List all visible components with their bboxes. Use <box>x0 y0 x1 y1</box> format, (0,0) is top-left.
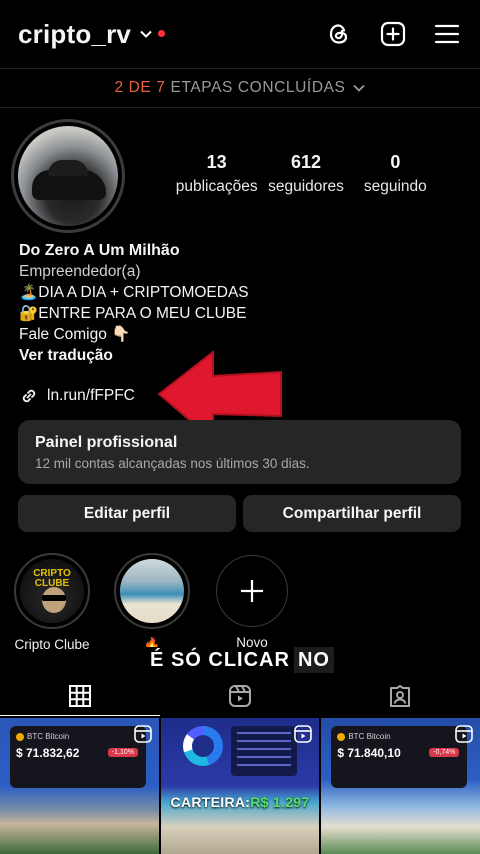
bio-link-text: ln.run/fFPFC <box>47 387 135 404</box>
coin-name: BTC Bitcoin <box>348 732 391 741</box>
reel-icon <box>455 725 473 743</box>
steps-label: ETAPAS CONCLUÍDAS <box>170 79 346 96</box>
video-caption: É SÓ CLICAR NO <box>0 647 480 673</box>
link-icon <box>22 389 36 402</box>
car-picture <box>32 160 106 200</box>
highlight-cover <box>120 559 184 623</box>
stat-label: seguindo <box>363 178 427 195</box>
portfolio-legend <box>230 726 297 776</box>
stat-value: 0 <box>390 152 401 172</box>
panel-title: Painel profissional <box>35 434 178 451</box>
chevron-down-icon <box>352 84 365 92</box>
caption-boxed-word: NO <box>293 647 334 673</box>
stat-following[interactable]: 0 seguindo <box>351 152 440 196</box>
plus-icon <box>241 580 263 602</box>
profile-name: Do Zero A Um Milhão <box>19 242 180 259</box>
highlight-cover-text: CRIPTO CLUBE <box>33 568 71 589</box>
coin-name: BTC Bitcoin <box>27 732 70 741</box>
threads-icon[interactable] <box>324 19 354 49</box>
notification-dot <box>158 29 166 37</box>
create-post-icon[interactable] <box>378 19 408 49</box>
stat-value: 612 <box>290 152 322 172</box>
profile-avatar[interactable] <box>11 119 125 233</box>
price-change-badge: -0,74% <box>429 748 460 757</box>
posts-grid: BTC Bitcoin $ 71.832,62 -1,10% CARTEIRA:… <box>0 718 480 854</box>
stat-label: seguidores <box>268 178 344 195</box>
post-thumbnail[interactable]: BTC Bitcoin $ 71.832,62 -1,10% <box>0 718 159 854</box>
new-highlight-circle <box>216 555 288 627</box>
post-thumbnail[interactable]: CARTEIRA:R$ 1.297 <box>160 718 320 854</box>
reel-icon <box>133 725 152 743</box>
tagged-icon <box>390 685 410 707</box>
portfolio-donut-chart <box>182 726 223 766</box>
profile-action-buttons: Editar perfil Compartilhar perfil <box>18 495 461 532</box>
price-card: BTC Bitcoin $ 71.840,10 -0,74% <box>331 726 468 788</box>
stat-value: 13 <box>206 152 227 172</box>
tab-tagged[interactable] <box>320 676 480 716</box>
coin-header: BTC Bitcoin <box>337 732 461 741</box>
professional-dashboard[interactable]: Painel profissional 12 mil contas alcanç… <box>18 420 461 484</box>
bitcoin-icon <box>337 732 346 741</box>
stat-followers[interactable]: 612 seguidores <box>261 152 350 196</box>
chevron-down-icon[interactable] <box>139 27 153 41</box>
avatar-image <box>18 126 118 226</box>
profile-tabs <box>0 676 480 716</box>
reels-icon <box>229 685 251 707</box>
panel-subtitle: 12 mil contas alcançadas nos últimos 30 … <box>35 456 310 471</box>
profile-category: Empreendedor(a) <box>19 263 141 280</box>
highlight-new[interactable]: Novo <box>210 553 294 653</box>
portfolio-value: R$ 1.297 <box>250 794 310 810</box>
steps-count: 2 DE 7 <box>114 79 166 96</box>
stat-posts[interactable]: 13 publicações <box>172 152 261 196</box>
highlight-ring <box>114 553 190 629</box>
price-card: BTC Bitcoin $ 71.832,62 -1,10% <box>10 726 146 788</box>
highlight-cripto-clube[interactable]: CRIPTO CLUBE Cripto Clube <box>10 553 94 653</box>
account-username[interactable]: cripto_rv <box>18 19 131 50</box>
bio-line: Fale Comigo 👇🏻 <box>19 326 131 343</box>
price-change-badge: -1,10% <box>107 748 138 757</box>
menu-icon[interactable] <box>432 19 462 49</box>
sunglasses-picture <box>42 595 66 601</box>
story-highlights: CRIPTO CLUBE Cripto Clube 🔥 Novo <box>10 553 294 653</box>
bio-line: 🏝️DIA A DIA + CRIPTOMOEDAS <box>19 284 249 301</box>
profile-stats: 13 publicações 612 seguidores 0 seguindo <box>172 152 440 196</box>
reel-icon <box>294 725 313 743</box>
onboarding-steps-banner[interactable]: 2 DE 7 ETAPAS CONCLUÍDAS <box>0 68 480 108</box>
grid-icon <box>69 685 91 707</box>
stat-label: publicações <box>175 178 258 195</box>
bio-line: 🔐ENTRE PARA O MEU CLUBE <box>19 305 247 322</box>
share-profile-button[interactable]: Compartilhar perfil <box>243 495 461 532</box>
caption-text: É SÓ CLICAR <box>146 647 294 673</box>
portfolio-label: CARTEIRA: <box>170 794 251 810</box>
top-bar: cripto_rv <box>0 0 480 68</box>
bitcoin-icon <box>16 732 24 741</box>
top-actions <box>324 19 462 49</box>
edit-profile-button[interactable]: Editar perfil <box>18 495 236 532</box>
portfolio-caption: CARTEIRA:R$ 1.297 <box>161 794 320 810</box>
highlight-cover: CRIPTO CLUBE <box>20 559 84 623</box>
post-thumbnail[interactable]: BTC Bitcoin $ 71.840,10 -0,74% <box>321 718 480 854</box>
coin-header: BTC Bitcoin <box>16 732 140 741</box>
highlight-ring: CRIPTO CLUBE <box>14 553 90 629</box>
tab-grid[interactable] <box>0 676 160 716</box>
highlight-fire[interactable]: 🔥 <box>110 553 194 653</box>
tab-reels[interactable] <box>160 676 320 716</box>
